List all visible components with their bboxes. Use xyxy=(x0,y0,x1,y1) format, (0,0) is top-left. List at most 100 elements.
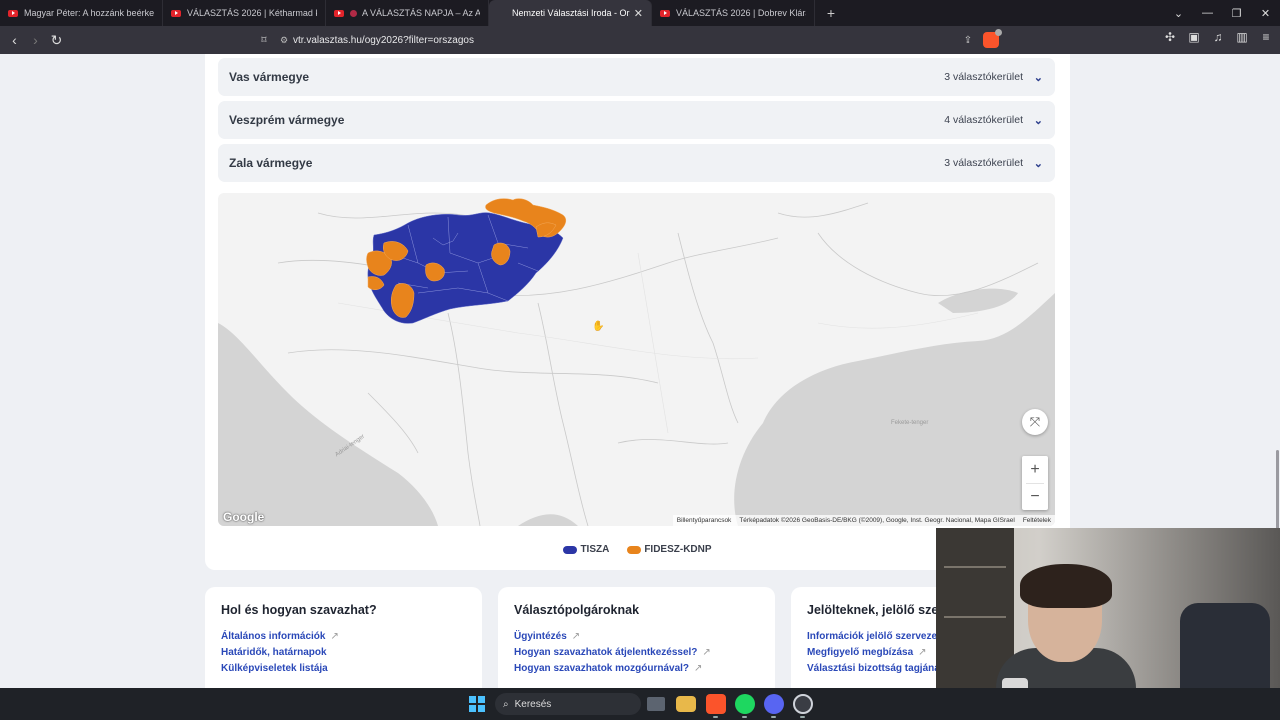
legend-swatch xyxy=(627,545,642,554)
tab-title: VÁLASZTÁS 2026 | Kétharmad közelében xyxy=(187,8,317,18)
zoom-in-icon[interactable]: + xyxy=(1022,456,1048,483)
accordion-zala[interactable]: Zala vármegye 3 választókerület ⌄ xyxy=(218,144,1055,182)
info-card-voting: Hol és hogyan szavazhat? Általános infor… xyxy=(205,587,482,688)
discord-icon[interactable] xyxy=(764,694,784,714)
link-deadlines[interactable]: Határidők, határnapok xyxy=(221,647,466,658)
menu-icon[interactable]: ≡ xyxy=(1256,30,1276,44)
sidebar-icon[interactable]: ▥ xyxy=(1232,30,1252,44)
terms-link[interactable]: Feltételek xyxy=(1023,517,1051,524)
address-bar[interactable]: ⌑ ⚙ vtr.valasztas.hu/ogy2026?filter=orsz… xyxy=(253,29,1002,51)
tab-3[interactable]: A VÁLASZTÁS NAPJA – Az ATV egész xyxy=(326,0,489,26)
search-icon: ⌕ xyxy=(503,698,509,710)
running-indicator xyxy=(713,716,718,718)
link-general-info[interactable]: Általános információk ↗ xyxy=(221,631,466,642)
chevron-down-icon[interactable]: ⌄ xyxy=(1023,71,1043,84)
site-settings-icon[interactable]: ⚙ xyxy=(275,35,293,46)
external-link-icon: ↗ xyxy=(694,663,703,674)
window-controls: ⌄ — ❐ ✕ xyxy=(1164,7,1280,20)
extensions-icon[interactable]: ✣ xyxy=(1160,30,1180,44)
link-mobile-ballot[interactable]: Hogyan szavazhatok mozgóurnával? ↗ xyxy=(514,663,759,674)
webcam-microphone xyxy=(1002,678,1028,688)
map-canvas[interactable] xyxy=(218,193,1055,526)
map-data-text: Térképadatok ©2026 GeoBasis-DE/BKG (©200… xyxy=(739,517,1015,524)
external-link-icon: ↗ xyxy=(330,631,339,642)
results-map[interactable]: Adriai-tenger Fekete-tenger ✋ ⤧ + − Goog… xyxy=(218,193,1055,526)
black-sea xyxy=(734,293,1055,526)
tab-title: A VÁLASZTÁS NAPJA – Az ATV egész xyxy=(362,8,480,18)
link-embassies[interactable]: Külképviseletek listája xyxy=(221,663,466,674)
close-window-icon[interactable]: ✕ xyxy=(1251,7,1280,20)
scrollbar-thumb[interactable] xyxy=(1276,450,1279,540)
keyboard-shortcuts-link[interactable]: Billentyűparancsok xyxy=(677,517,732,524)
minimize-icon[interactable]: — xyxy=(1193,7,1222,20)
chevron-down-icon[interactable]: ⌄ xyxy=(1023,157,1043,170)
accordion-veszprem[interactable]: Veszprém vármegye 4 választókerület ⌄ xyxy=(218,101,1055,139)
obs-icon[interactable] xyxy=(793,694,813,714)
tab-2[interactable]: VÁLASZTÁS 2026 | Kétharmad közelében xyxy=(163,0,326,26)
webcam-overlay xyxy=(936,528,1280,688)
tab-4-active[interactable]: Nemzeti Választási Iroda - Országos ✕ xyxy=(489,0,652,26)
share-icon[interactable]: ⇪ xyxy=(957,35,979,46)
legend-label: FIDESZ-KDNP xyxy=(644,544,712,555)
zoom-control: + − xyxy=(1022,456,1048,510)
county-name: Veszprém vármegye xyxy=(229,113,345,127)
card-title: Választópolgároknak xyxy=(514,603,640,617)
external-link-icon: ↗ xyxy=(918,647,927,658)
tab-strip: Magyar Péter: A hozzánk beérkező adatok … xyxy=(0,0,1280,26)
link-transfer-vote[interactable]: Hogyan szavazhatok átjelentkezéssel? ↗ xyxy=(514,647,759,658)
back-icon[interactable]: ‹ xyxy=(4,32,25,48)
tab-title: Nemzeti Választási Iroda - Országos xyxy=(512,8,630,18)
district-count: 3 választókerület xyxy=(944,157,1023,169)
chevron-down-icon[interactable]: ⌄ xyxy=(1023,114,1043,127)
restore-icon[interactable]: ❐ xyxy=(1222,7,1251,20)
new-tab-button[interactable]: + xyxy=(821,5,841,21)
adriatic-sea xyxy=(218,323,438,526)
bookmark-icon[interactable]: ⌑ xyxy=(253,35,275,46)
taskbar: ⌕ Keresés xyxy=(0,688,1280,720)
browser-toolbar: ‹ › ↻ ⌑ ⚙ vtr.valasztas.hu/ogy2026?filte… xyxy=(0,26,1280,54)
running-indicator xyxy=(742,716,747,718)
reload-icon[interactable]: ↻ xyxy=(46,32,67,49)
youtube-icon xyxy=(8,9,18,17)
spotify-icon[interactable] xyxy=(735,694,755,714)
county-name: Vas vármegye xyxy=(229,70,310,84)
start-icon[interactable] xyxy=(469,696,485,712)
external-link-icon: ↗ xyxy=(702,647,711,658)
youtube-icon xyxy=(171,9,181,17)
file-explorer-icon[interactable] xyxy=(676,696,696,712)
district-count: 4 választókerület xyxy=(944,114,1023,126)
close-tab-icon[interactable]: ✕ xyxy=(634,7,643,20)
tab-1[interactable]: Magyar Péter: A hozzánk beérkező adatok xyxy=(0,0,163,26)
brave-shields-icon[interactable] xyxy=(983,29,1002,48)
tab-list-icon[interactable]: ⌄ xyxy=(1164,7,1193,20)
forward-icon[interactable]: › xyxy=(25,32,46,48)
toolbar-right: ✣ ▣ ♫ ▥ ≡ xyxy=(1160,30,1276,44)
taskbar-search[interactable]: ⌕ Keresés xyxy=(495,693,641,715)
fullscreen-icon[interactable]: ⤧ xyxy=(1022,409,1048,435)
legend-item-tisza: TISZA xyxy=(563,544,609,555)
legend-label: TISZA xyxy=(580,544,610,555)
google-logo: Google xyxy=(223,510,265,524)
tab-title: VÁLASZTÁS 2026 | Dobrev Klára nagyon xyxy=(676,8,806,18)
link-administration[interactable]: Ügyintézés ↗ xyxy=(514,631,759,642)
card-title: Hol és hogyan szavazhat? xyxy=(221,603,377,617)
search-placeholder: Keresés xyxy=(514,698,552,710)
brave-icon[interactable] xyxy=(706,694,726,714)
county-name: Zala vármegye xyxy=(229,156,313,170)
sea-of-azov xyxy=(938,288,1018,313)
youtube-icon xyxy=(660,9,670,17)
accordion-vas[interactable]: Vas vármegye 3 választókerület ⌄ xyxy=(218,58,1055,96)
wallet-icon[interactable]: ▣ xyxy=(1184,30,1204,44)
tab-title: Magyar Péter: A hozzánk beérkező adatok xyxy=(24,8,154,18)
media-icon[interactable]: ♫ xyxy=(1208,30,1228,44)
info-card-voters: Választópolgároknak Ügyintézés ↗ Hogyan s… xyxy=(498,587,775,688)
running-indicator xyxy=(771,716,776,718)
external-link-icon: ↗ xyxy=(571,631,581,642)
aegean-sea xyxy=(518,514,578,526)
url-text[interactable]: vtr.valasztas.hu/ogy2026?filter=orszagos xyxy=(293,35,957,46)
task-view-icon[interactable] xyxy=(647,697,665,711)
tab-5[interactable]: VÁLASZTÁS 2026 | Dobrev Klára nagyon xyxy=(652,0,815,26)
youtube-icon xyxy=(334,9,344,17)
legend-swatch xyxy=(563,545,578,554)
zoom-out-icon[interactable]: − xyxy=(1022,483,1048,510)
